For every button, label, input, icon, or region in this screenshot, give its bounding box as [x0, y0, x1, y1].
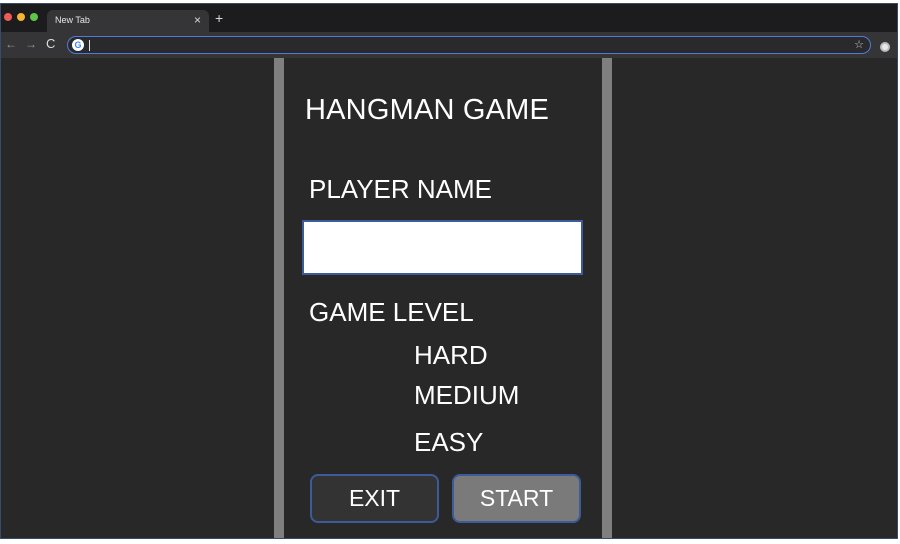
tab-close-icon[interactable]: × — [194, 13, 201, 27]
game-page: HANGMAN GAME PLAYER NAME GAME LEVEL HARD… — [1, 58, 897, 538]
player-name-input[interactable] — [302, 220, 583, 275]
level-option-easy[interactable]: EASY — [414, 427, 483, 458]
profile-avatar-icon[interactable] — [880, 42, 890, 52]
level-option-hard[interactable]: HARD — [414, 340, 488, 371]
back-arrow-icon[interactable]: ← — [5, 37, 17, 51]
page-title: HANGMAN GAME — [305, 94, 550, 126]
level-option-medium[interactable]: MEDIUM — [414, 380, 519, 411]
address-bar[interactable]: G ☆ — [67, 36, 871, 54]
google-icon: G — [72, 39, 84, 51]
tab-new-tab[interactable]: New Tab × — [47, 10, 209, 32]
player-name-label: PLAYER NAME — [309, 174, 493, 204]
tab-title: New Tab — [55, 15, 90, 25]
close-window-icon[interactable] — [4, 13, 12, 21]
new-tab-icon[interactable]: + — [215, 10, 223, 26]
tab-strip: New Tab × + — [1, 4, 897, 32]
minimize-window-icon[interactable] — [17, 13, 25, 21]
game-level-label: GAME LEVEL — [309, 297, 474, 327]
exit-button[interactable]: EXIT — [310, 474, 439, 523]
right-pillar — [602, 58, 612, 538]
text-cursor — [89, 40, 90, 51]
left-pillar — [274, 58, 284, 538]
maximize-window-icon[interactable] — [30, 13, 38, 21]
bookmark-star-icon[interactable]: ☆ — [854, 38, 864, 51]
browser-window: New Tab × + ← → C G ☆ HANGMAN GAME PLAYE… — [0, 3, 898, 539]
start-button[interactable]: START — [452, 474, 581, 523]
forward-arrow-icon[interactable]: → — [25, 37, 37, 51]
reload-icon[interactable]: C — [46, 37, 55, 51]
browser-toolbar: ← → C G ☆ — [1, 32, 897, 58]
